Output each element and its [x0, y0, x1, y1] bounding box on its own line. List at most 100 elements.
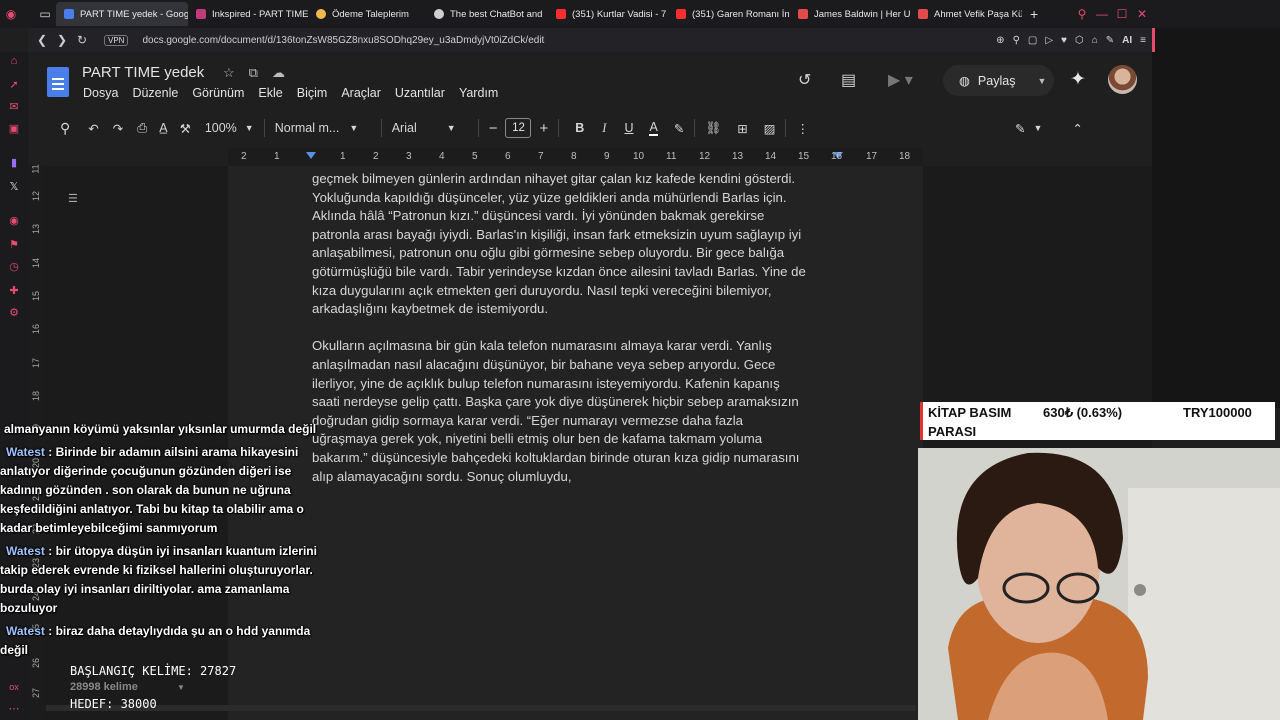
menu-icon[interactable]: ≡ [1140, 35, 1146, 46]
heart-icon[interactable]: ♥ [1061, 35, 1067, 46]
meet-icon[interactable]: ▶ ▾ [888, 70, 913, 90]
collapse-menus-icon[interactable]: ⌃ [1072, 121, 1082, 136]
add-comment-icon[interactable]: ⊞ [737, 121, 747, 136]
menu-tools[interactable]: Araçlar [341, 86, 381, 100]
paint-format-icon[interactable]: ⚒ [180, 121, 191, 136]
divider [477, 119, 479, 137]
search-menus-icon[interactable]: ⚲ [60, 120, 70, 137]
comments-icon[interactable]: ▤ [841, 70, 856, 90]
font-value: Arial [391, 121, 417, 135]
menu-extensions[interactable]: Uzantılar [395, 86, 445, 100]
sidebar-player-icon[interactable]: ◉ [7, 214, 21, 228]
move-folder-icon[interactable]: ⧉ [249, 65, 258, 81]
version-history-icon[interactable]: ↺ [798, 70, 811, 90]
more-options-icon[interactable]: ⋮ [796, 121, 809, 136]
document-body[interactable]: geçmek bilmeyen günlerin ardından nihaye… [312, 170, 852, 505]
back-icon[interactable]: ❮ [32, 33, 52, 47]
sidebar-messenger-icon[interactable]: ✉ [7, 100, 21, 114]
gemini-icon[interactable]: ✦ [1070, 68, 1086, 91]
browser-logo-icon[interactable]: ◉ [0, 0, 22, 28]
tab-overview-icon[interactable]: ▭ [34, 0, 56, 28]
sidebar-extensions-icon[interactable]: ✚ [7, 284, 21, 298]
docs-logo-icon[interactable] [47, 67, 69, 97]
tab-payments[interactable]: Ödeme Taleplerim [308, 2, 426, 26]
wallet-icon[interactable]: ⌂ [1092, 35, 1098, 46]
highlight-icon[interactable]: ✎ [674, 121, 684, 136]
avatar[interactable] [1108, 65, 1137, 94]
star-icon[interactable]: ☆ [223, 65, 235, 81]
snapshot-icon[interactable]: ▢ [1028, 35, 1037, 46]
italic-icon[interactable]: I [602, 121, 606, 136]
sidebar-settings-icon[interactable]: ⚙ [7, 306, 21, 320]
play-icon[interactable]: ▷ [1045, 35, 1053, 46]
vpn-badge[interactable]: VPN [104, 34, 129, 46]
extension-icon[interactable]: ⬡ [1075, 35, 1084, 46]
chevron-down-icon[interactable]: ▼ [1037, 76, 1046, 86]
underline-icon[interactable]: U [624, 121, 633, 135]
chat-message: Watest : bir ütopya düşün iyi insanları … [0, 544, 317, 615]
zoom-select[interactable]: 100% ▼ [205, 121, 254, 135]
sidebar-arrow-icon[interactable]: ➚ [7, 78, 21, 92]
zoom-icon[interactable]: ⊕ [996, 35, 1004, 46]
menu-edit[interactable]: Düzenle [132, 86, 178, 100]
current-word-count[interactable]: 28998 kelime ▼ [70, 679, 270, 696]
document-outline-icon[interactable]: ☰ [68, 192, 80, 205]
menu-view[interactable]: Görünüm [192, 86, 244, 100]
tab-ahmet-vefik[interactable]: Ahmet Vefik Paşa Kütü [910, 2, 1022, 26]
sidebar-history-icon[interactable]: ◷ [7, 260, 21, 274]
chevron-down-icon: ▼ [446, 123, 456, 133]
sidebar-mail-icon[interactable]: ▣ [7, 122, 21, 136]
minimize-icon[interactable]: — [1092, 7, 1112, 21]
tab-docs[interactable]: PART TIME yedek - Googl [56, 2, 188, 26]
font-select[interactable]: Arial ▼ [392, 121, 468, 135]
ruler-label: 12 [699, 151, 711, 162]
increase-font-size-icon[interactable]: + [539, 120, 548, 137]
payments-favicon-icon [316, 9, 326, 19]
reload-icon[interactable]: ↻ [72, 33, 92, 47]
sidebar-x-icon[interactable]: 𝕏 [7, 180, 21, 194]
new-tab-button[interactable]: + [1022, 2, 1046, 26]
font-size-input[interactable]: 12 [505, 118, 532, 138]
sidebar-bookmark-icon[interactable]: ⚑ [7, 238, 21, 252]
cloud-status-icon[interactable]: ☁ [272, 65, 285, 81]
ruler-label: 2 [241, 151, 247, 162]
sidebar-more-icon[interactable]: ox [7, 680, 21, 694]
text-color-icon[interactable]: A [649, 120, 658, 136]
document-title[interactable]: PART TIME yedek [82, 64, 204, 81]
menu-file[interactable]: Dosya [83, 86, 118, 100]
maximize-icon[interactable]: ☐ [1112, 7, 1132, 21]
sidebar-menu-icon[interactable]: ⋯ [7, 702, 21, 716]
redo-icon[interactable]: ↷ [113, 121, 123, 136]
tab-youtube-kurtlar[interactable]: (351) Kurtlar Vadisi - 7 [548, 2, 668, 26]
insert-image-icon[interactable]: ▨ [764, 121, 776, 136]
menu-help[interactable]: Yardım [459, 86, 498, 100]
print-icon[interactable]: ⎙ [137, 121, 147, 136]
tab-inkspired[interactable]: Inkspired - PART TIME [188, 2, 308, 26]
left-indent-marker[interactable] [306, 152, 316, 159]
sidebar-home-icon[interactable]: ⌂ [7, 54, 21, 68]
chevron-down-icon: ▼ [244, 123, 254, 133]
share-button[interactable]: ◍ Paylaş ▼ [943, 65, 1054, 96]
style-select[interactable]: Normal m... ▼ [275, 121, 371, 135]
menu-format[interactable]: Biçim [297, 86, 328, 100]
document-page[interactable]: geçmek bilmeyen günlerin ardından nihaye… [228, 166, 923, 720]
spellcheck-icon[interactable]: A̲ [159, 121, 167, 135]
undo-icon[interactable]: ↶ [88, 121, 98, 136]
ai-button[interactable]: AI [1122, 35, 1132, 46]
menu-insert[interactable]: Ekle [258, 86, 282, 100]
search-icon[interactable]: ⚲ [1072, 7, 1092, 21]
tab-chatbot[interactable]: The best ChatBot and [426, 2, 548, 26]
tab-youtube-garen[interactable]: (351) Garen Romanı İn [668, 2, 790, 26]
sidebar-twitch-icon[interactable]: ▮ [7, 156, 21, 170]
editing-mode-icon[interactable]: ✎ ▼ [1015, 121, 1042, 136]
link-icon[interactable]: ⛓ [705, 121, 721, 136]
tab-baldwin[interactable]: James Baldwin | Her U [790, 2, 910, 26]
url-field[interactable]: docs.google.com/document/d/136tonZsW85GZ… [142, 35, 544, 46]
pin-icon[interactable]: ⚲ [1013, 35, 1020, 46]
notifications-icon[interactable]: ✎ [1106, 35, 1114, 46]
close-icon[interactable]: ✕ [1132, 7, 1152, 21]
bold-icon[interactable]: B [575, 121, 584, 135]
forward-icon[interactable]: ❯ [52, 33, 72, 47]
chevron-down-icon: ▼ [176, 683, 185, 692]
decrease-font-size-icon[interactable]: − [489, 120, 498, 137]
